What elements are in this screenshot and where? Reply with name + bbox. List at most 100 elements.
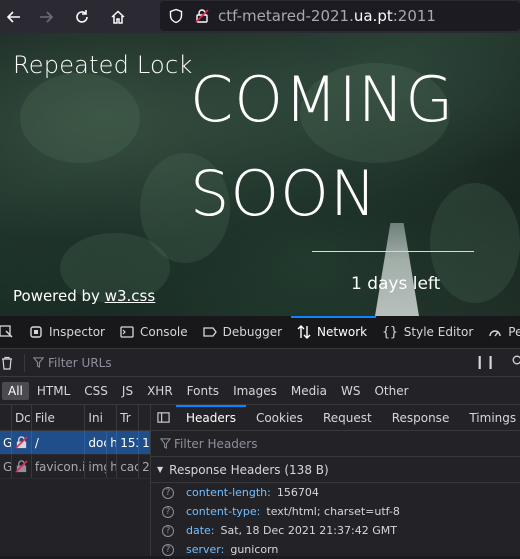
- column-extra[interactable]: [139, 405, 150, 430]
- tab-debugger[interactable]: Debugger: [197, 316, 291, 349]
- home-icon: [111, 9, 125, 24]
- response-headers-section[interactable]: ▼ Response Headers (138 B): [151, 457, 520, 483]
- filter-other[interactable]: Other: [368, 382, 414, 400]
- header-value: text/html; charset=utf-8: [266, 505, 400, 518]
- insecure-domain-icon: [12, 455, 32, 478]
- help-icon[interactable]: ?: [162, 505, 174, 518]
- filter-all[interactable]: All: [2, 381, 29, 400]
- back-button[interactable]: [0, 0, 28, 33]
- url-prefix: ctf-metared-2021.: [218, 7, 354, 25]
- section-title: Response Headers (138 B): [169, 462, 329, 477]
- filter-css[interactable]: CSS: [78, 382, 114, 400]
- tab-response[interactable]: Response: [382, 405, 460, 431]
- filter-xhr[interactable]: XHR: [141, 382, 179, 400]
- filter-images[interactable]: Images: [227, 382, 283, 400]
- tab-request[interactable]: Request: [313, 405, 382, 431]
- network-icon: [297, 325, 311, 339]
- page-title: Repeated Lock: [13, 51, 193, 79]
- chevron-down-icon: ▼: [157, 465, 164, 474]
- tab-performance[interactable]: Perfo: [482, 316, 520, 349]
- forest-texture: [430, 183, 520, 303]
- page-content: Repeated Lock COMING SOON 1 days left Po…: [0, 33, 520, 316]
- row-transfer: h: [107, 455, 118, 478]
- filter-fonts[interactable]: Fonts: [181, 382, 225, 400]
- filter-icon: [33, 357, 44, 368]
- row-extra: 1: [142, 435, 150, 450]
- toggle-sidebar-icon[interactable]: [151, 411, 176, 424]
- column-transferred[interactable]: Tr: [117, 405, 140, 430]
- column-status[interactable]: [0, 405, 12, 430]
- header-row: ? content-type: text/html; charset=utf-8: [151, 502, 520, 521]
- tab-label: Inspector: [49, 325, 105, 339]
- insecure-lock-icon[interactable]: [194, 8, 210, 24]
- url-suffix: :2011: [392, 7, 436, 25]
- filter-ws[interactable]: WS: [335, 382, 366, 400]
- pause-icon[interactable]: ❙❙: [474, 355, 496, 370]
- tab-headers[interactable]: Headers: [176, 404, 246, 431]
- url-host: ua.pt: [353, 7, 393, 25]
- filter-media[interactable]: Media: [285, 382, 333, 400]
- powered-prefix: Powered by: [13, 287, 105, 305]
- debugger-icon: [202, 327, 217, 337]
- tab-network[interactable]: Network: [291, 315, 377, 349]
- tab-timings[interactable]: Timings: [459, 405, 520, 431]
- header-name: content-type:: [186, 505, 261, 518]
- header-name: date:: [186, 524, 215, 537]
- row-file: /: [32, 431, 86, 454]
- forest-texture: [20, 73, 140, 163]
- search-icon[interactable]: [512, 355, 520, 370]
- request-table: Dc File Ini Tr G / doc h 153 1 G favicon…: [0, 405, 151, 556]
- row-status: G: [0, 431, 12, 454]
- powered-by: Powered by w3.css: [13, 287, 155, 305]
- network-filter-bar: Filter URLs ❙❙: [0, 349, 520, 377]
- tab-console[interactable]: Console: [114, 316, 197, 349]
- filter-js[interactable]: JS: [116, 382, 139, 400]
- help-icon[interactable]: ?: [162, 486, 174, 499]
- header-row: ? server: gunicorn: [151, 540, 520, 559]
- column-domain[interactable]: Dc: [12, 405, 32, 430]
- w3css-link[interactable]: w3.css: [105, 287, 155, 305]
- arrow-right-icon: [40, 10, 54, 23]
- table-row[interactable]: G favicon.ico img h cac 2: [0, 455, 150, 479]
- tab-label: Debugger: [222, 325, 283, 339]
- soon-heading: SOON: [190, 157, 378, 230]
- coming-heading: COMING: [190, 63, 455, 136]
- tab-label: Console: [139, 325, 188, 339]
- braces-icon: {}: [382, 324, 398, 340]
- row-status: G: [0, 455, 12, 478]
- forward-button[interactable]: [28, 0, 64, 33]
- pick-element-button[interactable]: [0, 316, 23, 349]
- table-row[interactable]: G / doc h 153 1: [0, 431, 150, 455]
- row-size: cac: [117, 455, 140, 478]
- trash-icon[interactable]: [0, 356, 14, 370]
- reload-button[interactable]: [64, 0, 100, 33]
- header-value: Sat, 18 Dec 2021 21:37:42 GMT: [220, 524, 397, 537]
- filter-html[interactable]: HTML: [31, 382, 76, 400]
- tab-inspector[interactable]: Inspector: [23, 316, 114, 349]
- tab-label: Perfo: [508, 325, 520, 339]
- bridge-image: [375, 223, 419, 316]
- tab-label: Network: [317, 325, 368, 339]
- column-file[interactable]: File: [32, 405, 86, 430]
- filter-headers-row: Filter Headers: [151, 431, 520, 457]
- row-size: 153: [117, 431, 140, 454]
- help-icon[interactable]: ?: [162, 543, 174, 556]
- header-value: gunicorn: [230, 543, 279, 556]
- header-value: 156704: [276, 486, 319, 499]
- help-icon[interactable]: ?: [162, 524, 174, 537]
- shield-icon: [169, 8, 183, 24]
- days-left-text: 1 days left: [351, 274, 441, 294]
- column-initiator[interactable]: Ini: [85, 405, 118, 430]
- tab-style-editor[interactable]: {} Style Editor: [376, 316, 482, 349]
- header-name: content-length:: [186, 486, 271, 499]
- devtools-panel: Inspector Console Debugger Network {} St…: [0, 315, 520, 559]
- tab-cookies[interactable]: Cookies: [246, 405, 313, 431]
- home-button[interactable]: [100, 0, 136, 33]
- filter-headers-input[interactable]: Filter Headers: [174, 437, 257, 451]
- pick-element-icon: [0, 325, 13, 338]
- filter-icon: [160, 438, 171, 449]
- url-bar[interactable]: ctf-metared-2021.ua.pt:2011: [160, 1, 520, 31]
- filter-urls-input[interactable]: Filter URLs: [48, 356, 112, 370]
- performance-icon: [489, 330, 501, 337]
- row-file: favicon.ico: [32, 455, 86, 478]
